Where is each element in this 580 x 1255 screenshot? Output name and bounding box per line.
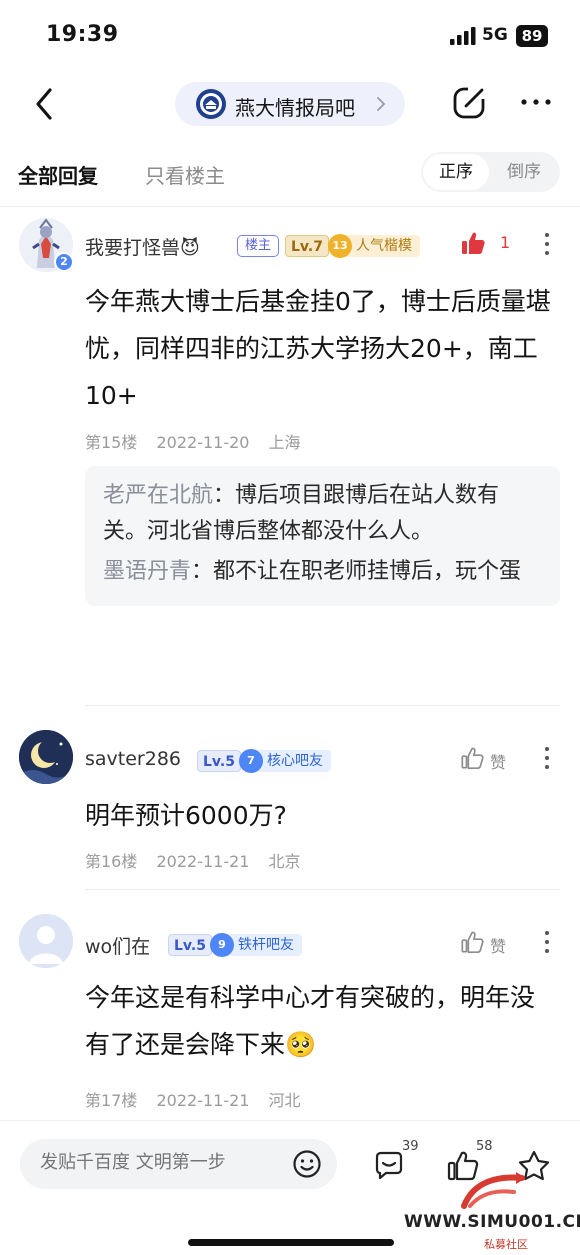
reply-box[interactable]: 老严在北航：博后项目跟博后在站人数有关。河北省博后整体都没什么人。 墨语丹青：都… (85, 466, 560, 606)
like-label: 赞 (490, 937, 507, 956)
thumbs-up-filled-icon (462, 232, 485, 254)
post-floor-15: 2 我要打怪兽😈 楼主 Lv.7 13 人气楷模 1 今年燕大博士后基金挂0了，… (0, 206, 580, 706)
reply-item: 老严在北航：博后项目跟博后在站人数有关。河北省博后整体都没什么人。 (103, 483, 500, 544)
like-count: 1 (500, 233, 511, 252)
host-badge: 楼主 (237, 235, 280, 257)
post-meta: 第15楼 2022-11-20 上海 (85, 429, 315, 453)
level-badge: Lv.5 (168, 934, 212, 956)
forum-logo-icon (196, 89, 226, 119)
username[interactable]: wo们在 (85, 932, 150, 959)
reply-author[interactable]: 墨语丹青 (103, 559, 191, 584)
sort-toggle: 正序 倒序 (421, 152, 560, 192)
battery-indicator: 89 (516, 25, 548, 47)
more-vertical-icon[interactable] (539, 230, 555, 258)
back-arrow-icon[interactable] (26, 84, 66, 124)
sort-ascending-button[interactable]: 正序 (423, 154, 489, 190)
level-badge: Lv.7 (285, 235, 329, 257)
post-date: 2022-11-20 (156, 433, 250, 452)
username[interactable]: savter286 (85, 748, 181, 770)
level-badge: Lv.5 (197, 750, 241, 772)
like-label: 赞 (490, 753, 507, 772)
post-location: 河北 (268, 1091, 301, 1110)
title-badge-label: 铁杆吧友 (238, 937, 294, 953)
title-badge-number: 9 (210, 933, 234, 957)
title-badge: 13 人气楷模 (328, 234, 420, 258)
comment-icon (375, 1151, 403, 1180)
compose-box[interactable] (20, 1139, 337, 1189)
thumbs-up-icon (461, 747, 484, 769)
floor-number: 第17楼 (85, 1091, 138, 1110)
network-label: 5G (482, 25, 508, 45)
status-time: 19:39 (46, 22, 119, 47)
post-location: 上海 (268, 433, 301, 452)
avatar-level-badge: 2 (54, 252, 74, 272)
post-date: 2022-11-21 (156, 1091, 250, 1110)
emoji-icon[interactable] (292, 1149, 322, 1179)
reply-author[interactable]: 老严在北航 (103, 483, 213, 508)
forum-name: 燕大情报局吧 (235, 96, 355, 120)
avatar[interactable] (19, 914, 73, 968)
like-button[interactable]: 1 (460, 230, 520, 258)
post-location: 北京 (268, 852, 301, 871)
post-floor-16: savter286 Lv.5 7 核心吧友 赞 明年预计6000万? 第16楼 … (0, 706, 580, 888)
reply-item: 墨语丹青：都不让在职老师挂博后，玩个蛋 (103, 559, 522, 584)
like-button[interactable]: 赞 (460, 746, 520, 774)
title-badge: 7 核心吧友 (239, 749, 331, 773)
post-body: 今年这是有科学中心才有突破的，明年没有了还是会降下来🥺 (85, 983, 536, 1059)
chevron-right-icon (377, 97, 386, 111)
thumbs-up-icon (461, 931, 484, 953)
floor-number: 第16楼 (85, 852, 138, 871)
like-button[interactable]: 赞 (460, 930, 520, 958)
title-badge-label: 核心吧友 (267, 753, 323, 769)
username[interactable]: 我要打怪兽😈 (85, 233, 200, 260)
like-count: 58 (476, 1139, 493, 1154)
tab-owner-only[interactable]: 只看楼主 (145, 160, 225, 189)
title-badge-number: 13 (328, 234, 352, 258)
more-vertical-icon[interactable] (539, 928, 555, 956)
filter-bar: 全部回复 只看楼主 正序 倒序 (0, 140, 580, 206)
avatar[interactable] (19, 730, 73, 784)
comment-count: 39 (402, 1139, 419, 1154)
tab-all-replies[interactable]: 全部回复 (18, 160, 98, 189)
compose-input[interactable] (40, 1152, 280, 1173)
avatar-image (19, 730, 73, 784)
reply-text: 都不让在职老师挂博后，玩个蛋 (213, 559, 522, 584)
default-avatar-icon (19, 914, 73, 968)
title-badge-number: 7 (239, 749, 263, 773)
forum-link[interactable]: 燕大情报局吧 (175, 82, 405, 126)
post-date: 2022-11-21 (156, 852, 250, 871)
post-meta: 第17楼 2022-11-21 河北 (85, 1087, 315, 1111)
post-floor-17: wo们在 Lv.5 9 铁杆吧友 赞 今年这是有科学中心才有突破的，明年没有了还… (0, 890, 580, 1120)
title-badge-label: 人气楷模 (356, 238, 412, 254)
nav-bar: 燕大情报局吧 (0, 72, 580, 136)
status-bar: 19:39 5G 89 (0, 0, 580, 72)
signal-icon (450, 27, 476, 45)
sort-descending-button[interactable]: 倒序 (491, 154, 557, 190)
floor-number: 第15楼 (85, 433, 138, 452)
watermark: WWW.SIMU001.CN 私募社区 (404, 1170, 580, 1255)
title-badge: 9 铁杆吧友 (210, 933, 302, 957)
watermark-site: WWW.SIMU001.CN (404, 1212, 580, 1232)
home-indicator (188, 1239, 394, 1246)
watermark-subtitle: 私募社区 (484, 1238, 528, 1251)
post-body: 今年燕大博士后基金挂0了，博士后质量堪忧，同样四非的江苏大学扬大20+，南工10… (85, 287, 551, 410)
more-vertical-icon[interactable] (539, 744, 555, 772)
post-body: 明年预计6000万? (85, 801, 287, 830)
post-meta: 第16楼 2022-11-21 北京 (85, 848, 315, 872)
more-horizontal-icon[interactable] (518, 90, 554, 114)
watermark-logo-icon (461, 1172, 526, 1209)
edit-icon[interactable] (452, 84, 488, 120)
